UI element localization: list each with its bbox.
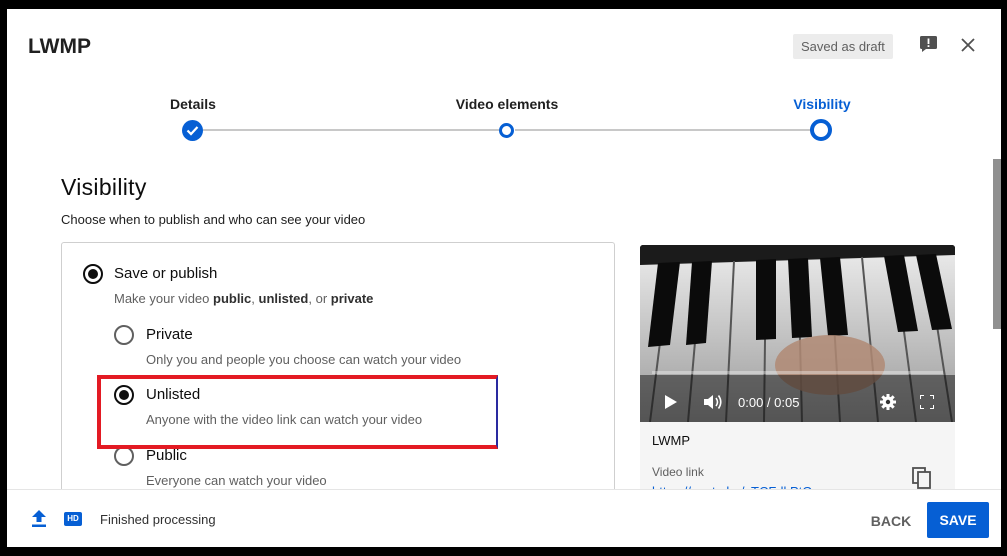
video-player[interactable]: 0:00 / 0:05 [640,245,955,422]
back-button[interactable]: BACK [861,506,921,536]
visibility-title: Visibility [61,174,147,200]
public-desc: Everyone can watch your video [146,473,327,488]
public-radio[interactable] [114,446,134,466]
public-label[interactable]: Public [146,447,187,464]
desc-sep: , [251,291,259,306]
private-desc: Only you and people you choose can watch… [146,352,462,367]
step-details-label[interactable]: Details [170,96,216,112]
desc-public: public [213,291,252,306]
feedback-icon[interactable] [920,36,937,52]
copy-icon[interactable] [912,467,932,489]
step-visibility-dot[interactable] [810,119,832,141]
private-label[interactable]: Private [146,326,193,343]
step-video-elements-label[interactable]: Video elements [456,96,558,112]
step-video-elements-dot[interactable] [499,123,514,138]
video-time: 0:00 / 0:05 [738,395,800,410]
desc-private: private [330,291,374,306]
draft-status-badge: Saved as draft [793,34,893,59]
scrollbar-thumb[interactable] [993,159,1001,329]
play-icon[interactable] [665,395,677,409]
step-details-check-icon[interactable] [182,120,203,141]
preview-video-title: LWMP [652,433,691,448]
save-button[interactable]: SAVE [927,502,989,538]
video-controls: 0:00 / 0:05 [640,384,955,422]
desc-prefix: Make your video [114,291,213,306]
save-or-publish-label[interactable]: Save or publish [114,265,217,282]
save-or-publish-radio[interactable] [83,264,103,284]
fullscreen-icon[interactable] [920,395,934,409]
desc-sep: , or [308,291,331,306]
video-link-label: Video link [652,465,704,479]
progress-stepper: Details Video elements Visibility [7,94,1001,154]
dialog-header: LWMP Saved as draft [7,9,1001,84]
stepper-line [203,129,505,131]
processing-status: Finished processing [100,512,216,527]
dialog-footer: HD Finished processing BACK SAVE [7,489,1001,547]
upload-dialog: LWMP Saved as draft Details Video elemen… [7,9,1001,547]
dialog-title: LWMP [28,35,91,58]
unlisted-radio[interactable] [114,385,134,405]
volume-icon[interactable] [704,394,724,410]
private-radio[interactable] [114,325,134,345]
visibility-options-card: Save or publish Make your video public, … [61,242,615,503]
visibility-subtitle: Choose when to publish and who can see y… [61,212,366,227]
desc-unlisted: unlisted [258,291,309,306]
video-progress-bar[interactable] [652,371,943,374]
upload-icon [32,510,46,527]
save-or-publish-desc: Make your video public, unlisted, or pri… [114,291,373,306]
stepper-line [515,129,819,131]
step-visibility-label[interactable]: Visibility [793,96,850,112]
unlisted-desc: Anyone with the video link can watch you… [146,412,423,427]
unlisted-label[interactable]: Unlisted [146,386,200,403]
settings-gear-icon[interactable] [880,394,896,410]
close-icon[interactable] [958,35,978,55]
video-preview-card: 0:00 / 0:05 LWMP Video link https://yout… [640,245,955,505]
hd-icon: HD [64,512,82,526]
